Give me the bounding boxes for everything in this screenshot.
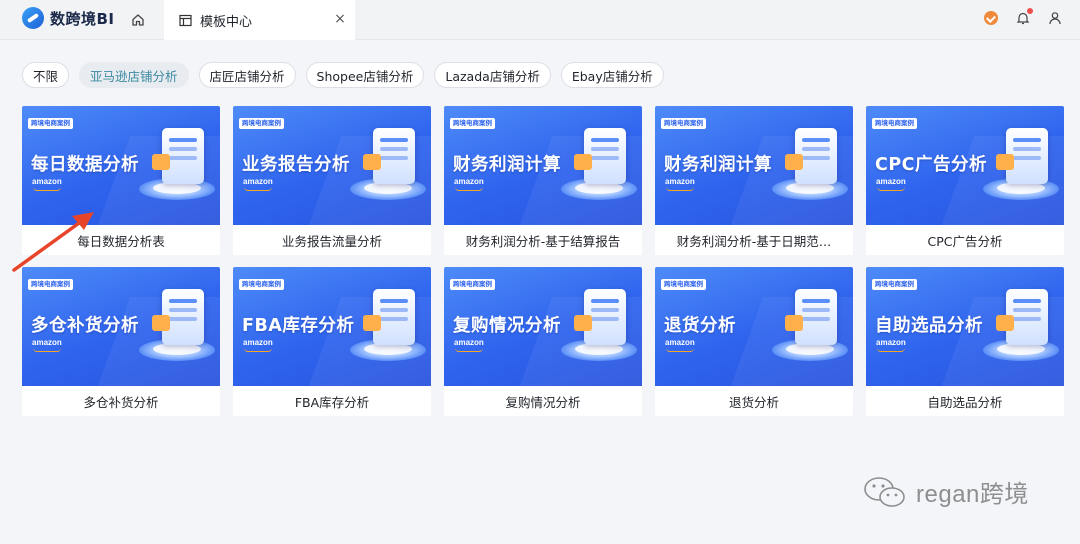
- amazon-logo: amazon: [243, 338, 273, 352]
- template-thumbnail: 跨境电商案例 财务利润计算 amazon: [444, 106, 642, 225]
- thumbnail-tag: 跨境电商案例: [661, 118, 706, 129]
- amazon-logo: amazon: [876, 177, 906, 191]
- amazon-logo: amazon: [32, 177, 62, 191]
- annotation-arrow-icon: [12, 212, 94, 272]
- thumbnail-title: 业务报告分析: [242, 155, 350, 175]
- chart-accent-icon: [785, 315, 803, 331]
- tab-template-center[interactable]: 模板中心 ×: [164, 0, 355, 40]
- tab-label: 模板中心: [200, 14, 253, 30]
- user-icon: [1049, 12, 1061, 25]
- top-bar: 数跨境BI 模板中心 ×: [0, 0, 1080, 40]
- chart-accent-icon: [363, 154, 381, 170]
- chart-accent-icon: [574, 154, 592, 170]
- template-thumbnail: 跨境电商案例 财务利润计算 amazon: [655, 106, 853, 225]
- close-icon[interactable]: ×: [333, 11, 347, 27]
- amazon-logo: amazon: [665, 177, 695, 191]
- template-card-label: CPC广告分析: [927, 233, 1003, 249]
- template-thumbnail: 跨境电商案例 复购情况分析 amazon: [444, 267, 642, 386]
- thumbnail-title: 多仓补货分析: [31, 316, 139, 336]
- thumbnail-title: 自助选品分析: [875, 316, 983, 336]
- watermark-text: regan跨境: [916, 481, 1029, 508]
- thumbnail-title: 财务利润计算: [453, 155, 561, 175]
- thumbnail-title: 每日数据分析: [31, 155, 139, 175]
- template-card-label: 财务利润分析-基于结算报告: [465, 233, 621, 249]
- template-icon: [178, 13, 192, 27]
- template-card[interactable]: 跨境电商案例 财务利润计算 amazon 财务利润分析-基于结算报告: [444, 106, 642, 255]
- chart-accent-icon: [152, 315, 170, 331]
- category-filters: 不限 亚马逊店铺分析 店匠店铺分析 Shopee店铺分析 Lazada店铺分析 …: [22, 62, 664, 88]
- chart-accent-icon: [785, 154, 803, 170]
- filter-chip-ebay[interactable]: Ebay店铺分析: [560, 62, 664, 88]
- thumbnail-tag: 跨境电商案例: [28, 279, 73, 290]
- thumbnail-title: FBA库存分析: [242, 316, 355, 336]
- thumbnail-tag: 跨境电商案例: [661, 279, 706, 290]
- home-icon: [132, 14, 144, 26]
- chart-accent-icon: [996, 154, 1014, 170]
- amazon-logo: amazon: [454, 338, 484, 352]
- amazon-logo: amazon: [32, 338, 62, 352]
- filter-chip-amazon[interactable]: 亚马逊店铺分析: [79, 62, 189, 88]
- chart-accent-icon: [574, 315, 592, 331]
- notification-badge: [1027, 8, 1033, 14]
- amazon-logo: amazon: [454, 177, 484, 191]
- template-card[interactable]: 跨境电商案例 CPC广告分析 amazon CPC广告分析: [866, 106, 1064, 255]
- watermark: regan跨境: [862, 474, 1029, 509]
- verified-icon: [984, 11, 998, 25]
- thumbnail-title: 财务利润计算: [664, 155, 772, 175]
- template-thumbnail: 跨境电商案例 自助选品分析 amazon: [866, 267, 1064, 386]
- wechat-icon: [864, 476, 905, 507]
- filter-chip-shoplazza[interactable]: 店匠店铺分析: [198, 62, 296, 88]
- thumbnail-tag: 跨境电商案例: [239, 118, 284, 129]
- thumbnail-title: CPC广告分析: [875, 155, 988, 175]
- template-card-label: 多仓补货分析: [83, 394, 159, 410]
- chart-accent-icon: [996, 315, 1014, 331]
- amazon-logo: amazon: [243, 177, 273, 191]
- thumbnail-tag: 跨境电商案例: [450, 118, 495, 129]
- verified-button[interactable]: [982, 9, 1000, 27]
- home-button[interactable]: [128, 10, 148, 30]
- filter-chip-lazada[interactable]: Lazada店铺分析: [434, 62, 551, 88]
- thumbnail-tag: 跨境电商案例: [239, 279, 284, 290]
- filter-chip-shopee[interactable]: Shopee店铺分析: [305, 62, 425, 88]
- template-thumbnail: 跨境电商案例 多仓补货分析 amazon: [22, 267, 220, 386]
- template-card[interactable]: 跨境电商案例 复购情况分析 amazon 复购情况分析: [444, 267, 642, 416]
- template-card-label: 自助选品分析: [927, 394, 1003, 410]
- template-card[interactable]: 跨境电商案例 退货分析 amazon 退货分析: [655, 267, 853, 416]
- template-card-label: FBA库存分析: [294, 394, 370, 410]
- template-thumbnail: 跨境电商案例 CPC广告分析 amazon: [866, 106, 1064, 225]
- template-card[interactable]: 跨境电商案例 FBA库存分析 amazon FBA库存分析: [233, 267, 431, 416]
- template-card[interactable]: 跨境电商案例 业务报告分析 amazon 业务报告流量分析: [233, 106, 431, 255]
- template-card[interactable]: 跨境电商案例 自助选品分析 amazon 自助选品分析: [866, 267, 1064, 416]
- template-card-label: 业务报告流量分析: [281, 233, 382, 249]
- template-thumbnail: 跨境电商案例 FBA库存分析 amazon: [233, 267, 431, 386]
- amazon-logo: amazon: [665, 338, 695, 352]
- amazon-logo: amazon: [876, 338, 906, 352]
- template-card-label: 复购情况分析: [505, 394, 581, 410]
- app-logo[interactable]: 数跨境BI: [22, 7, 115, 29]
- logo-icon: [22, 7, 44, 29]
- app-name: 数跨境BI: [50, 9, 115, 28]
- top-right-actions: [982, 8, 1064, 27]
- thumbnail-title: 退货分析: [664, 316, 736, 336]
- thumbnail-tag: 跨境电商案例: [28, 118, 73, 129]
- user-button[interactable]: [1046, 9, 1064, 27]
- template-card-label: 财务利润分析-基于日期范…: [676, 233, 832, 249]
- filter-chip-all[interactable]: 不限: [22, 62, 70, 88]
- template-card-label: 退货分析: [728, 394, 779, 410]
- notification-button[interactable]: [1014, 8, 1033, 27]
- template-thumbnail: 跨境电商案例 业务报告分析 amazon: [233, 106, 431, 225]
- template-grid: 跨境电商案例 每日数据分析 amazon 每日数据分析表 跨境电商案例 业务报告…: [22, 106, 1064, 416]
- thumbnail-tag: 跨境电商案例: [872, 118, 917, 129]
- thumbnail-title: 复购情况分析: [453, 316, 561, 336]
- template-card[interactable]: 跨境电商案例 多仓补货分析 amazon 多仓补货分析: [22, 267, 220, 416]
- thumbnail-tag: 跨境电商案例: [450, 279, 495, 290]
- chart-accent-icon: [363, 315, 381, 331]
- template-thumbnail: 跨境电商案例 退货分析 amazon: [655, 267, 853, 386]
- template-card[interactable]: 跨境电商案例 财务利润计算 amazon 财务利润分析-基于日期范…: [655, 106, 853, 255]
- chart-accent-icon: [152, 154, 170, 170]
- thumbnail-tag: 跨境电商案例: [872, 279, 917, 290]
